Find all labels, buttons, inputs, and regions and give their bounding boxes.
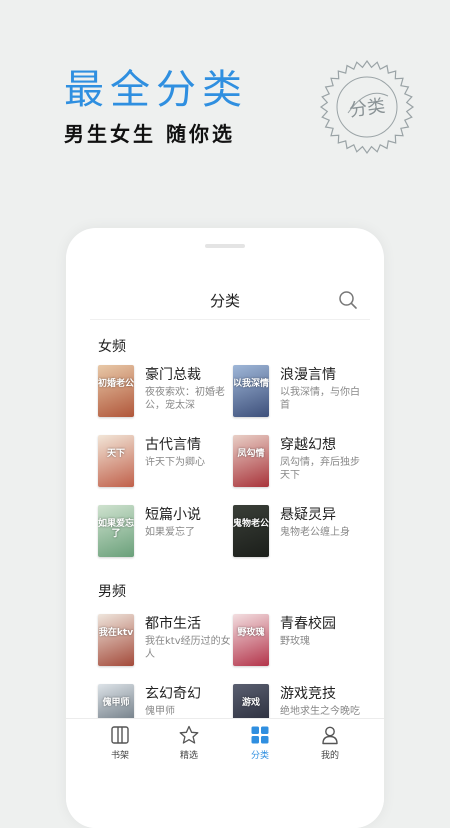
hero-subtitle: 男生女生 随你选 <box>64 122 235 146</box>
category-book-title: 野玫瑰 <box>280 636 310 647</box>
cover-title: 凤勾情 <box>237 449 265 459</box>
category-stamp-icon: 分类 <box>319 59 415 155</box>
category-item[interactable]: 凤勾情 穿越幻想凤勾情，弃后独步天下 <box>233 435 368 491</box>
tab-bookshelf[interactable]: 书架 <box>90 725 150 761</box>
category-name: 短篇小说 <box>145 507 201 523</box>
tab-label: 书架 <box>110 751 129 761</box>
book-cover: 我在ktv <box>98 614 134 666</box>
section-title: 男频 <box>98 584 126 600</box>
cover-title: 我在ktv <box>98 628 134 638</box>
book-cover: 天下 <box>98 435 134 487</box>
hero-title: 最全分类 <box>64 67 248 113</box>
user-icon <box>322 726 338 745</box>
category-book-title: 许天下为卿心 <box>145 457 205 468</box>
tab-profile[interactable]: 我的 <box>300 725 360 761</box>
category-item[interactable]: 以我深情 浪漫言情以我深情，与你白首 <box>233 365 368 421</box>
category-item[interactable]: 天下 古代言情许天下为卿心 <box>98 435 233 491</box>
book-cover: 如果爱忘了 <box>98 505 134 557</box>
phone-speaker <box>205 244 245 248</box>
category-name: 穿越幻想 <box>280 437 336 453</box>
cover-title: 天下 <box>106 449 125 459</box>
cover-title: 野玫瑰 <box>237 628 265 638</box>
category-book-title: 凤勾情，弃后独步天下 <box>280 457 360 481</box>
book-cover: 鬼物老公 <box>233 505 269 557</box>
category-book-title: 夜夜索欢：初婚老公，宠太深 <box>145 387 225 411</box>
category-book-title: 傀甲师 <box>145 706 175 717</box>
header-divider <box>90 319 370 320</box>
section-title: 女频 <box>98 339 126 355</box>
category-name: 豪门总裁 <box>145 367 201 383</box>
book-cover: 野玫瑰 <box>233 614 269 666</box>
category-name: 都市生活 <box>145 616 201 632</box>
category-name: 玄幻奇幻 <box>145 686 201 702</box>
bottom-tab-bar: 书架 精选 分类 我的 <box>66 718 384 828</box>
category-item[interactable]: 我在ktv 都市生活我在ktv经历过的女人 <box>98 614 233 670</box>
book-cover: 以我深情 <box>233 365 269 417</box>
cover-title: 鬼物老公 <box>233 519 269 529</box>
tab-featured[interactable]: 精选 <box>159 725 219 761</box>
tab-label: 我的 <box>320 751 339 761</box>
category-name: 游戏竞技 <box>280 686 336 702</box>
cover-title: 傀甲师 <box>102 698 130 708</box>
book-cover: 凤勾情 <box>233 435 269 487</box>
search-icon[interactable] <box>338 290 358 310</box>
category-item[interactable]: 野玫瑰 青春校园野玫瑰 <box>233 614 368 670</box>
category-name: 古代言情 <box>145 437 201 453</box>
page-title: 分类 <box>209 292 240 310</box>
category-item[interactable]: 初婚老公 豪门总裁夜夜索欢：初婚老公，宠太深 <box>98 365 233 421</box>
grid-icon <box>251 726 269 744</box>
category-name: 悬疑灵异 <box>280 507 336 523</box>
star-icon <box>179 725 199 744</box>
category-book-title: 我在ktv经历过的女人 <box>145 636 231 660</box>
cover-title: 游戏 <box>241 698 260 708</box>
bookshelf-icon <box>111 726 129 744</box>
cover-title: 以我深情 <box>233 379 269 389</box>
tab-category[interactable]: 分类 <box>230 725 290 761</box>
category-book-title: 如果爱忘了 <box>145 527 195 538</box>
cover-title: 初婚老公 <box>98 379 134 389</box>
tab-label: 精选 <box>179 751 198 761</box>
category-book-title: 以我深情，与你白首 <box>280 387 360 411</box>
category-name: 青春校园 <box>280 616 336 632</box>
category-book-title: 鬼物老公缠上身 <box>280 527 350 538</box>
category-book-title: 绝地求生之今晚吃 <box>280 706 360 717</box>
category-item[interactable]: 如果爱忘了 短篇小说 如果爱忘了 <box>98 505 233 561</box>
tab-label: 分类 <box>250 751 269 761</box>
stamp-text: 分类 <box>348 96 387 122</box>
cover-title: 如果爱忘了 <box>98 519 134 539</box>
phone-frame: 分类 女频初婚老公 豪门总裁夜夜索欢：初婚老公，宠太深 以我深情 浪漫言情以我深情，与… <box>66 228 384 828</box>
category-name: 浪漫言情 <box>280 367 336 383</box>
category-item[interactable]: 鬼物老公 悬疑灵异鬼物老公缠上身 <box>233 505 368 561</box>
book-cover: 初婚老公 <box>98 365 134 417</box>
